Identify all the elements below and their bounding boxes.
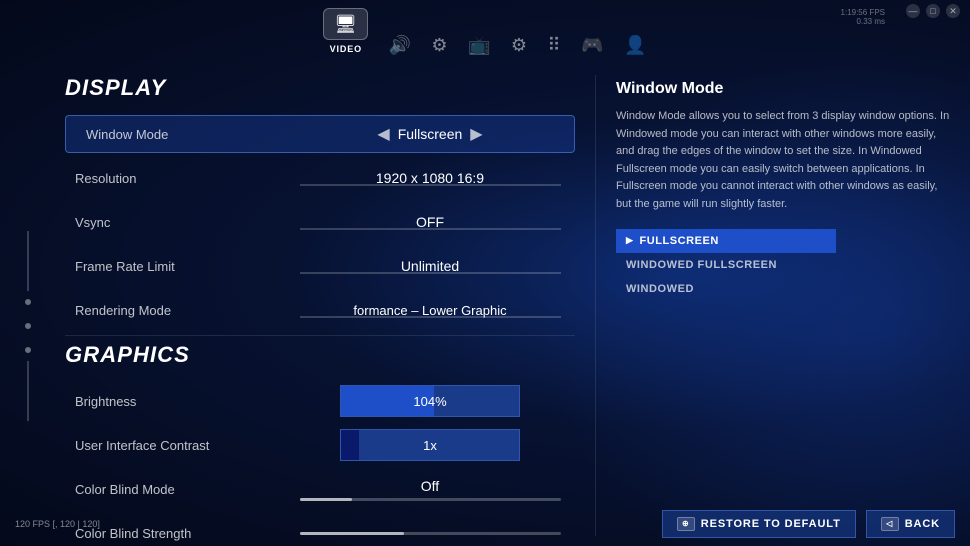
sidebar-line-top [27, 231, 29, 291]
option-windowed[interactable]: WINDOWED [616, 277, 836, 301]
dots-icon: 🎮 [581, 36, 604, 54]
nav-item-video[interactable]: 🖥 VIDEO [323, 8, 368, 54]
sidebar-line-bottom [27, 361, 29, 421]
vsync-row[interactable]: Vsync OFF [65, 203, 575, 241]
rendering-underline [300, 316, 561, 318]
restore-default-button[interactable]: ⊕ RESTORE TO DEFAULT [662, 510, 856, 538]
settings-icon: ⚙ [431, 36, 448, 54]
option-windowed-fullscreen[interactable]: WINDOWED FULLSCREEN [616, 253, 836, 277]
nav-item-controls[interactable]: ⚙ [511, 36, 528, 54]
audio-icon: 🔊 [388, 36, 411, 54]
nav-item-display2[interactable]: 📺 [468, 36, 491, 54]
nav-item-dots[interactable]: 🎮 [581, 36, 604, 54]
resolution-underline [300, 184, 561, 186]
rendering-mode-value-wrap: formance – Lower Graphic [285, 303, 575, 318]
info-description: Window Mode allows you to select from 3 … [616, 108, 950, 214]
ui-contrast-bar[interactable]: 1x [340, 429, 520, 461]
restore-icon: ⊕ [677, 517, 695, 531]
bottom-buttons: ⊕ RESTORE TO DEFAULT ◁ BACK [662, 510, 955, 538]
gamepad-icon: ⠿ [547, 36, 561, 54]
window-mode-label: Window Mode [76, 127, 296, 142]
rendering-mode-label: Rendering Mode [65, 303, 285, 318]
sidebar-dot-3 [25, 347, 31, 353]
vsync-label: Vsync [65, 215, 285, 230]
color-blind-mode-slider[interactable]: Off [285, 478, 575, 501]
brightness-row[interactable]: Brightness 104% [65, 382, 575, 420]
info-title: Window Mode [616, 80, 950, 98]
display-section-title: DISPLAY [65, 75, 575, 101]
option-fullscreen[interactable]: FULLSCREEN [616, 229, 836, 253]
window-mode-prev-button[interactable]: ◀ [369, 124, 397, 144]
display2-icon: 📺 [468, 36, 491, 54]
resolution-label: Resolution [65, 171, 285, 186]
graphics-section-title: GRAPHICS [65, 342, 575, 368]
vsync-underline [300, 228, 561, 230]
color-blind-mode-label: Color Blind Mode [65, 482, 285, 497]
option-windowed-fullscreen-label: WINDOWED FULLSCREEN [626, 259, 777, 271]
nav-item-gamepad[interactable]: ⠿ [547, 36, 561, 54]
option-windowed-label: WINDOWED [626, 283, 694, 295]
nav-item-controller[interactable]: 👤 [624, 36, 647, 54]
frame-rate-underline [300, 272, 561, 274]
frame-rate-value-wrap: Unlimited [285, 258, 575, 274]
nav-item-audio[interactable]: 🔊 [388, 36, 411, 54]
brightness-value-wrap: 104% [285, 385, 575, 417]
color-blind-mode-value-wrap: Off [285, 478, 575, 501]
sidebar-dot-1 [25, 299, 31, 305]
bottom-bar: 120 FPS [, 120 | 120] ⊕ RESTORE TO DEFAU… [0, 501, 970, 546]
restore-default-label: RESTORE TO DEFAULT [701, 518, 841, 530]
ui-contrast-label: User Interface Contrast [65, 438, 285, 453]
frame-rate-row[interactable]: Frame Rate Limit Unlimited [65, 247, 575, 285]
controller-icon: 👤 [624, 36, 647, 54]
resolution-value-wrap: 1920 x 1080 16:9 [285, 170, 575, 186]
back-label: BACK [905, 518, 940, 530]
vsync-value-wrap: OFF [285, 214, 575, 230]
brightness-label: Brightness [65, 394, 285, 409]
fps-info: 120 FPS [, 120 | 120] [15, 519, 100, 529]
left-panel: DISPLAY Window Mode ◀ Fullscreen ▶ Resol… [55, 65, 595, 546]
frame-rate-label: Frame Rate Limit [65, 259, 285, 274]
resolution-row[interactable]: Resolution 1920 x 1080 16:9 [65, 159, 575, 197]
ui-contrast-value: 1x [423, 438, 437, 453]
main-content: DISPLAY Window Mode ◀ Fullscreen ▶ Resol… [0, 65, 970, 546]
back-button[interactable]: ◁ BACK [866, 510, 955, 538]
ui-contrast-value-wrap: 1x [285, 429, 575, 461]
window-mode-next-button[interactable]: ▶ [462, 124, 490, 144]
option-fullscreen-label: FULLSCREEN [639, 235, 718, 247]
ui-contrast-fill [341, 430, 359, 460]
window-mode-value-wrap: ◀ Fullscreen ▶ [296, 124, 564, 144]
back-icon: ◁ [881, 517, 899, 531]
sidebar [0, 65, 55, 546]
nav-item-settings[interactable]: ⚙ [431, 36, 448, 54]
brightness-value: 104% [413, 394, 446, 409]
color-blind-mode-value: Off [421, 478, 439, 494]
option-list: FULLSCREEN WINDOWED FULLSCREEN WINDOWED [616, 229, 836, 301]
window-mode-value: Fullscreen [398, 126, 463, 142]
brightness-bar[interactable]: 104% [340, 385, 520, 417]
window-mode-row[interactable]: Window Mode ◀ Fullscreen ▶ [65, 115, 575, 153]
sidebar-dot-2 [25, 323, 31, 329]
video-icon: 🖥 [334, 15, 357, 33]
ui-contrast-row[interactable]: User Interface Contrast 1x [65, 426, 575, 464]
nav-bar: 🖥 VIDEO 🔊 ⚙ 📺 ⚙ ⠿ 🎮 👤 [0, 8, 970, 58]
rendering-mode-row[interactable]: Rendering Mode formance – Lower Graphic [65, 291, 575, 329]
section-divider [65, 335, 575, 336]
right-panel: Window Mode Window Mode allows you to se… [596, 65, 970, 546]
controls-icon: ⚙ [511, 36, 528, 54]
